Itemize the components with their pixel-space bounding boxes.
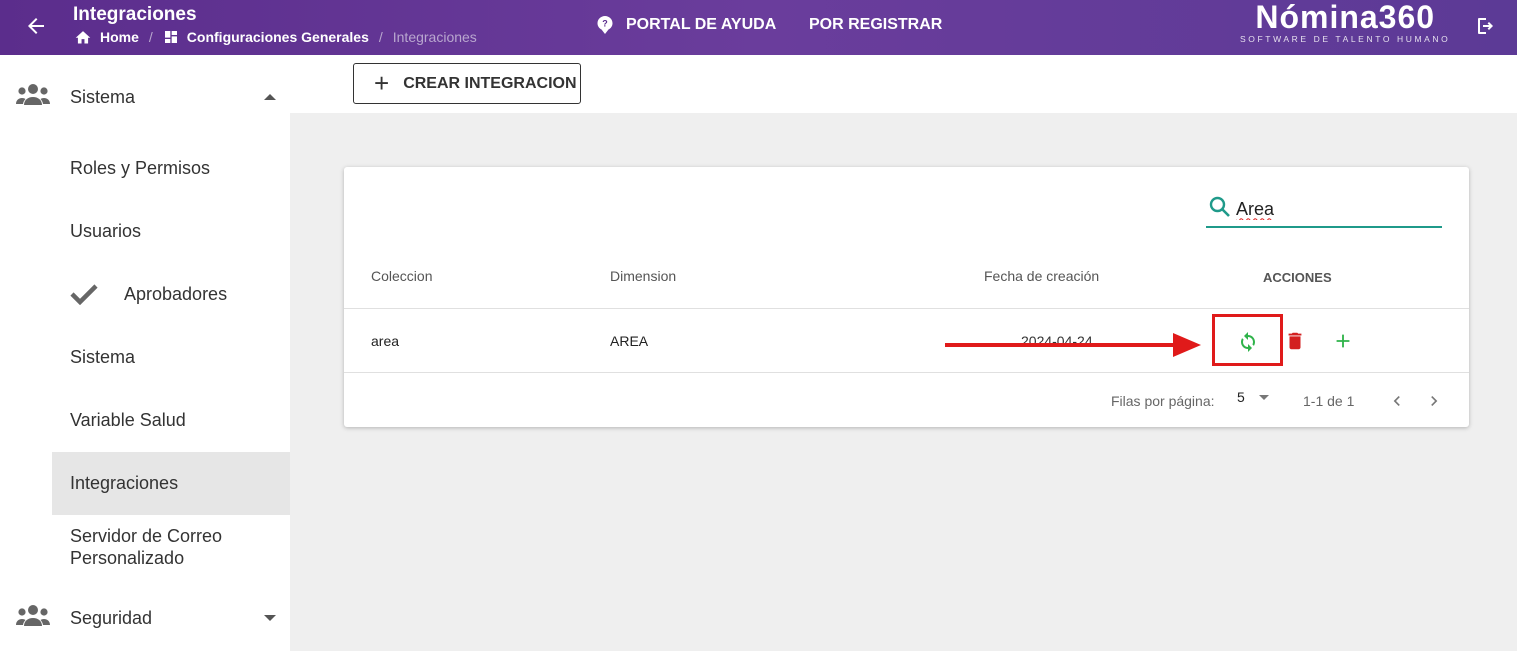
page-title: Integraciones [73, 4, 197, 25]
delete-icon[interactable] [1284, 329, 1306, 358]
sidebar-group-seguridad[interactable]: Seguridad [0, 576, 290, 651]
breadcrumb-current: Integraciones [392, 29, 477, 45]
back-arrow-icon[interactable] [24, 14, 48, 38]
brand-logo: Nómina360 SOFTWARE DE TALENTO HUMANO [1240, 0, 1450, 44]
rows-per-page-select[interactable]: 5 [1237, 389, 1269, 405]
search-icon [1209, 196, 1230, 217]
help-portal-link[interactable]: ? PORTAL DE AYUDA [596, 15, 776, 35]
sidebar-group-label: Seguridad [70, 607, 153, 628]
help-icon: ? [597, 16, 613, 34]
users-icon [16, 84, 50, 105]
breadcrumb-home[interactable]: Home [74, 29, 139, 45]
breadcrumb: Home / Configuraciones Generales / Integ… [74, 29, 477, 45]
previous-page-icon[interactable] [1387, 391, 1407, 416]
sidebar-item-label: Usuarios [70, 221, 142, 241]
rows-per-page-value: 5 [1237, 389, 1245, 405]
integrations-table-card: Coleccion Dimension Fecha de creación AC… [344, 167, 1469, 427]
row-divider [344, 308, 1469, 309]
rows-per-page-label: Filas por página: [1111, 393, 1215, 409]
breadcrumb-separator: / [148, 29, 153, 45]
sidebar-item-label: Roles y Permisos [70, 158, 211, 178]
row-divider [344, 372, 1469, 373]
add-icon[interactable] [1332, 329, 1354, 358]
search-field[interactable] [1206, 191, 1442, 228]
column-header-fecha: Fecha de creación [984, 268, 1100, 284]
sidebar-item-label: Integraciones [70, 473, 179, 493]
sidebar-item-servidor-correo[interactable]: Servidor de Correo Personalizado [52, 515, 252, 578]
top-app-bar: Integraciones Home / Configuraciones Gen… [0, 0, 1517, 55]
cell-coleccion: area [371, 333, 400, 349]
column-header-acciones: ACCIONES [1263, 270, 1332, 285]
check-icon [70, 284, 98, 305]
svg-text:?: ? [602, 19, 608, 29]
sidebar-group-label: Sistema [70, 86, 136, 107]
pagination-range: 1-1 de 1 [1303, 393, 1355, 409]
sidebar-item-integraciones[interactable]: Integraciones [52, 452, 290, 515]
annotation-arrow [945, 333, 1201, 357]
create-integration-button[interactable]: + CREAR INTEGRACION [353, 63, 581, 104]
plus-icon: + [374, 67, 390, 98]
logout-icon[interactable] [1474, 14, 1498, 38]
annotation-highlight-box [1212, 314, 1283, 366]
sidebar: Sistema Roles y Permisos Usuarios Aproba… [0, 55, 290, 651]
create-integration-label: CREAR INTEGRACION [403, 74, 577, 92]
chevron-down-icon [1258, 394, 1269, 400]
cell-dimension: AREA [610, 333, 649, 349]
sidebar-item-label: Aprobadores [124, 284, 228, 304]
help-portal-label: PORTAL DE AYUDA [626, 16, 777, 33]
column-header-coleccion: Coleccion [371, 268, 433, 284]
dashboard-icon [164, 31, 177, 43]
sidebar-item-variable-salud[interactable]: Variable Salud [52, 389, 290, 452]
home-icon [75, 31, 91, 44]
register-link[interactable]: POR REGISTRAR [809, 16, 942, 34]
brand-tagline: SOFTWARE DE TALENTO HUMANO [1240, 34, 1451, 44]
sidebar-item-usuarios[interactable]: Usuarios [52, 200, 290, 263]
sidebar-item-roles[interactable]: Roles y Permisos [52, 137, 290, 200]
next-page-icon[interactable] [1424, 391, 1444, 416]
sidebar-group-sistema[interactable]: Sistema [0, 55, 290, 139]
sidebar-item-label: Sistema [70, 347, 136, 367]
breadcrumb-home-label: Home [100, 29, 139, 45]
column-header-dimension: Dimension [610, 268, 677, 284]
toolbar: + CREAR INTEGRACION [290, 55, 1517, 113]
sidebar-item-label: Variable Salud [70, 410, 186, 430]
chevron-down-icon [264, 615, 276, 621]
breadcrumb-section-label: Configuraciones Generales [186, 29, 369, 45]
sidebar-item-label: Servidor de Correo Personalizado [70, 525, 223, 568]
breadcrumb-section[interactable]: Configuraciones Generales [163, 29, 369, 45]
sidebar-item-sistema[interactable]: Sistema [52, 326, 290, 389]
breadcrumb-separator: / [378, 29, 383, 45]
search-input[interactable] [1236, 196, 1436, 222]
users-icon [16, 605, 50, 626]
chevron-up-icon [264, 94, 276, 100]
brand-name: Nómina360 [1255, 0, 1436, 35]
